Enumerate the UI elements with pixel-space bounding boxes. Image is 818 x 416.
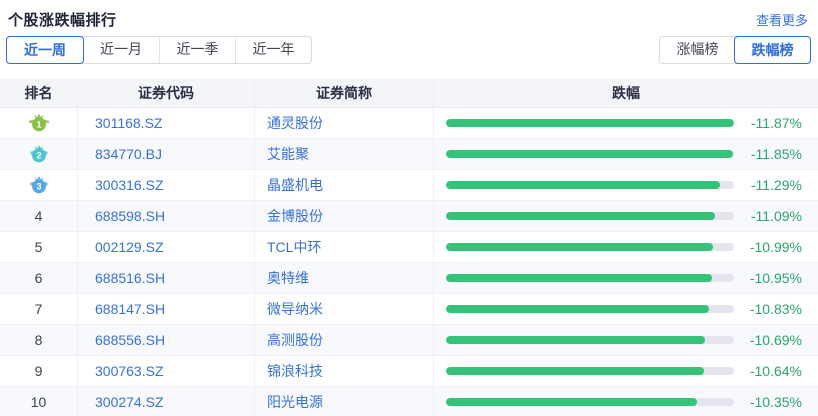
decline-bar [446, 336, 705, 344]
rank-number: 10 [31, 394, 47, 410]
stock-code[interactable]: 688556.SH [95, 332, 165, 348]
column-header-change: 跌幅 [434, 78, 818, 107]
stock-code[interactable]: 688598.SH [95, 208, 165, 224]
rank-number: 7 [35, 301, 43, 317]
rank-3-medal-icon: 3 [28, 175, 50, 195]
decline-bar-track [446, 119, 734, 127]
table-header-row: 排名 证券代码 证券简称 跌幅 [0, 78, 818, 108]
rank-2-medal-icon: 2 [28, 144, 50, 164]
rank-1-medal-icon: 1 [28, 113, 50, 133]
decline-bar [446, 212, 715, 220]
svg-text:2: 2 [36, 151, 41, 161]
decline-bar-track [446, 367, 734, 375]
decline-percent: -11.29% [734, 177, 818, 193]
toggle-losers[interactable]: 跌幅榜 [734, 36, 811, 64]
stock-code[interactable]: 688147.SH [95, 301, 165, 317]
rank-number: 4 [35, 208, 43, 224]
svg-text:3: 3 [36, 182, 41, 192]
decline-bar [446, 274, 712, 282]
decline-percent: -10.64% [734, 363, 818, 379]
decline-bar-track [446, 305, 734, 313]
decline-percent: -11.09% [734, 208, 818, 224]
table-row: 9 300763.SZ 锦浪科技 -10.64% [0, 356, 818, 387]
stock-name[interactable]: 晶盛机电 [267, 175, 323, 195]
table-row: 8 688556.SH 高测股份 -10.69% [0, 325, 818, 356]
table-row: 3 300316.SZ 晶盛机电 -11.29% [0, 170, 818, 201]
decline-bar-track [446, 336, 734, 344]
decline-bar-track [446, 150, 734, 158]
stock-code[interactable]: 301168.SZ [95, 115, 162, 131]
rank-number: 5 [35, 239, 43, 255]
controls-row: 近一周 近一月 近一季 近一年 涨幅榜 跌幅榜 [0, 36, 818, 64]
stock-code[interactable]: 834770.BJ [95, 146, 162, 162]
table-row: 1 301168.SZ 通灵股份 -11.87% [0, 108, 818, 139]
stock-code[interactable]: 300274.SZ [95, 394, 164, 410]
decline-bar-track [446, 181, 734, 189]
decline-percent: -10.35% [734, 394, 818, 410]
column-header-name: 证券简称 [255, 78, 434, 107]
decline-bar-track [446, 243, 734, 251]
view-more-link[interactable]: 查看更多 [756, 10, 808, 29]
stock-code[interactable]: 002129.SZ [95, 239, 164, 255]
stock-code[interactable]: 688516.SH [95, 270, 165, 286]
stock-name[interactable]: TCL中环 [267, 237, 321, 257]
tab-last-year[interactable]: 近一年 [235, 37, 311, 63]
period-tab-group: 近一周 近一月 近一季 近一年 [6, 36, 312, 64]
stock-code[interactable]: 300316.SZ [95, 177, 164, 193]
rank-number: 9 [35, 363, 43, 379]
column-header-code: 证券代码 [78, 78, 255, 107]
tab-last-month[interactable]: 近一月 [83, 37, 159, 63]
decline-percent: -10.69% [734, 332, 818, 348]
widget-header: 个股涨跌幅排行 查看更多 [0, 0, 818, 36]
decline-bar [446, 243, 713, 251]
decline-percent: -11.85% [734, 146, 818, 162]
stock-name[interactable]: 微导纳米 [267, 299, 323, 319]
decline-bar-track [446, 212, 734, 220]
tab-last-quarter[interactable]: 近一季 [159, 37, 235, 63]
stock-code[interactable]: 300763.SZ [95, 363, 164, 379]
ranking-table: 排名 证券代码 证券简称 跌幅 1 301168.SZ 通灵股份 -11.87% [0, 78, 818, 416]
tab-last-week[interactable]: 近一周 [6, 36, 84, 64]
decline-percent: -11.87% [734, 115, 818, 131]
stock-name[interactable]: 阳光电源 [267, 392, 323, 412]
svg-text:1: 1 [36, 120, 41, 130]
table-row: 6 688516.SH 奥特维 -10.95% [0, 263, 818, 294]
decline-percent: -10.83% [734, 301, 818, 317]
stock-name[interactable]: 奥特维 [267, 268, 309, 288]
stock-name[interactable]: 金博股份 [267, 206, 323, 226]
rank-toggle-group: 涨幅榜 跌幅榜 [659, 36, 811, 64]
decline-bar [446, 150, 733, 158]
decline-percent: -10.99% [734, 239, 818, 255]
rank-number: 6 [35, 270, 43, 286]
table-row: 4 688598.SH 金博股份 -11.09% [0, 201, 818, 232]
decline-bar [446, 398, 697, 406]
decline-percent: -10.95% [734, 270, 818, 286]
toggle-gainers[interactable]: 涨幅榜 [660, 37, 735, 63]
decline-bar [446, 119, 734, 127]
page-title: 个股涨跌幅排行 [8, 9, 117, 30]
table-row: 10 300274.SZ 阳光电源 -10.35% [0, 387, 818, 416]
column-header-rank: 排名 [0, 78, 78, 107]
stock-name[interactable]: 艾能聚 [267, 144, 309, 164]
decline-bar [446, 305, 709, 313]
table-row: 7 688147.SH 微导纳米 -10.83% [0, 294, 818, 325]
rank-number: 8 [35, 332, 43, 348]
stock-name[interactable]: 高测股份 [267, 330, 323, 350]
decline-bar [446, 367, 704, 375]
decline-bar-track [446, 398, 734, 406]
table-row: 5 002129.SZ TCL中环 -10.99% [0, 232, 818, 263]
stock-name[interactable]: 通灵股份 [267, 113, 323, 133]
decline-bar-track [446, 274, 734, 282]
stock-name[interactable]: 锦浪科技 [267, 361, 323, 381]
table-row: 2 834770.BJ 艾能聚 -11.85% [0, 139, 818, 170]
decline-bar [446, 181, 720, 189]
